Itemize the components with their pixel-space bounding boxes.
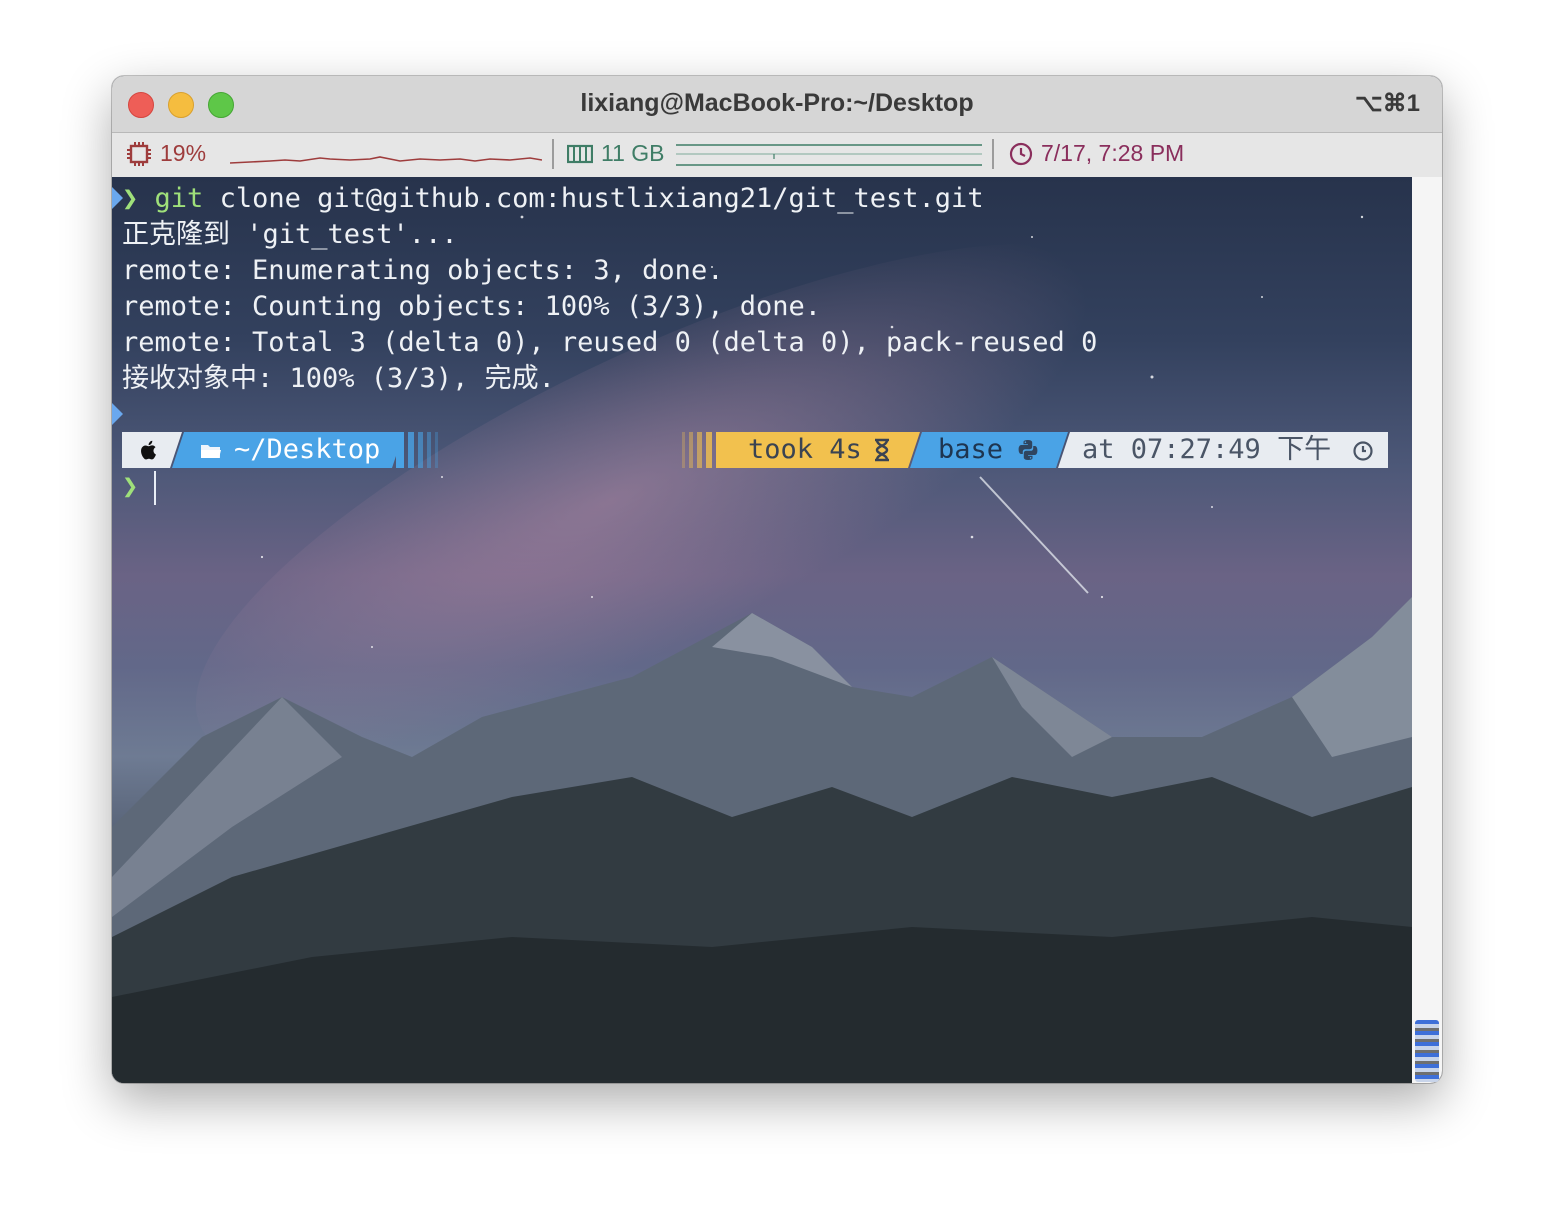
status-divider	[552, 139, 554, 169]
output-line: 接收对象中: 100% (3/3), 完成.	[122, 363, 555, 394]
folder-icon	[201, 445, 221, 458]
command-name: git	[154, 183, 204, 214]
title-bar: lixiang@MacBook-Pro:~/Desktop ⌥⌘1	[112, 76, 1442, 133]
output-line: 正克隆到 'git_test'...	[122, 219, 458, 250]
datetime-value: 7/17, 7:28 PM	[1041, 140, 1185, 166]
memory-status: 11 GB	[567, 140, 665, 167]
path-segment: ~/Desktop	[234, 434, 381, 465]
scrollbar-track[interactable]	[1412, 177, 1442, 1083]
time-segment: at 07:27:49 下午	[1082, 434, 1332, 465]
status-divider	[992, 139, 994, 169]
command-args: clone git@github.com:hustlixiang21/git_t…	[203, 183, 984, 214]
cpu-sparkline	[230, 156, 542, 164]
clock-icon	[1353, 441, 1373, 461]
clock-icon	[1009, 142, 1033, 165]
prompt-marker	[112, 403, 123, 425]
memory-sparkline	[676, 144, 982, 166]
prompt-symbol: ❯	[122, 471, 139, 502]
cpu-icon	[127, 141, 151, 166]
hourglass-icon	[875, 438, 889, 462]
took-segment: took 4s	[748, 434, 862, 465]
terminal-window: lixiang@MacBook-Pro:~/Desktop ⌥⌘1 19% 11…	[112, 76, 1442, 1083]
prompt-symbol: ❯	[122, 183, 139, 214]
env-segment: base	[938, 434, 1004, 465]
powerline-prompt: ~/Desktop took 4s base at 07:27:49 下午	[122, 432, 1388, 468]
window-title: lixiang@MacBook-Pro:~/Desktop	[580, 89, 974, 117]
memory-icon	[567, 144, 593, 163]
clock-status: 7/17, 7:28 PM	[1009, 140, 1184, 167]
command-line: ❯ git clone git@github.com:hustlixiang21…	[122, 181, 984, 217]
scrollbar-thumb[interactable]	[1415, 1020, 1439, 1082]
apple-icon	[141, 440, 156, 460]
output-line: remote: Enumerating objects: 3, done.	[122, 255, 724, 286]
output-line: remote: Counting objects: 100% (3/3), do…	[122, 291, 821, 322]
memory-value: 11 GB	[601, 140, 665, 166]
python-icon	[1018, 440, 1038, 460]
new-prompt: ❯	[122, 469, 138, 505]
terminal-content[interactable]: ❯ git clone git@github.com:hustlixiang21…	[112, 177, 1412, 1083]
output-line: remote: Total 3 (delta 0), reused 0 (del…	[122, 327, 1098, 358]
text-cursor	[154, 471, 156, 505]
status-bar: 19% 11 GB 7/17, 7:28 PM	[112, 133, 1442, 178]
window-shortcut: ⌥⌘1	[1354, 90, 1420, 117]
cpu-status: 19%	[126, 140, 206, 167]
cpu-value: 19%	[160, 140, 207, 166]
